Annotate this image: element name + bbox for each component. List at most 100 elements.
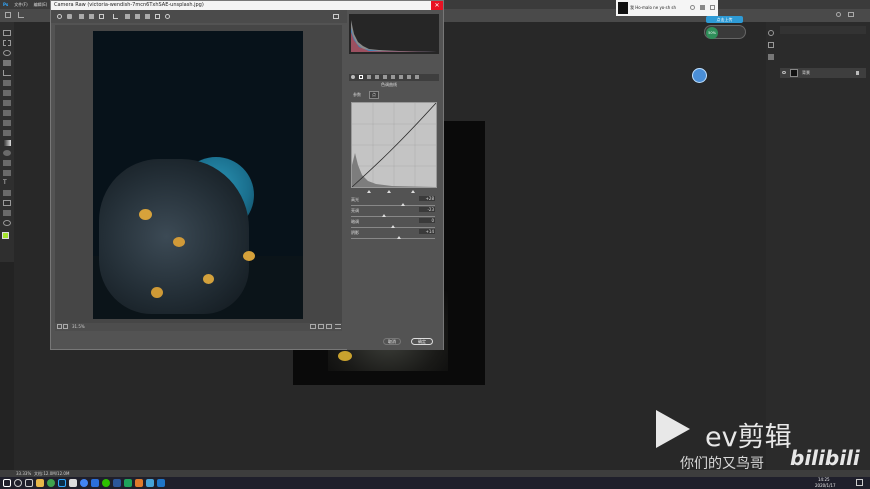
close-icon[interactable] (710, 5, 715, 10)
zoom-icon[interactable] (57, 14, 62, 19)
basic-tab-icon[interactable] (351, 75, 355, 79)
compare-icon[interactable] (310, 324, 316, 329)
highlights-slider[interactable] (351, 205, 435, 206)
detail-tab-icon[interactable] (367, 75, 371, 79)
clock-time[interactable]: 14:25 (818, 477, 830, 482)
shape-icon[interactable] (3, 200, 11, 206)
healing-brush-icon[interactable] (3, 90, 11, 96)
quick-select-icon[interactable] (3, 60, 11, 66)
app-green-icon[interactable] (47, 479, 55, 487)
app-blue-icon[interactable] (91, 479, 99, 487)
hand-icon[interactable] (3, 210, 11, 216)
visibility-eye-icon[interactable] (782, 71, 786, 74)
lights-thumb[interactable] (382, 214, 386, 217)
stamp-icon[interactable] (3, 110, 11, 116)
crop-icon[interactable] (113, 14, 118, 19)
layer-name[interactable]: 背景 (802, 70, 810, 76)
wechat-icon[interactable] (102, 479, 110, 487)
search-icon[interactable] (14, 479, 22, 487)
redeye-icon[interactable] (135, 14, 140, 19)
highlights-thumb[interactable] (401, 203, 405, 206)
volume-icon[interactable] (700, 5, 705, 10)
brush-icon[interactable] (3, 100, 11, 106)
lights-value[interactable]: -23 (419, 207, 435, 212)
toggle-icon[interactable] (318, 324, 324, 329)
graduated-filter-icon[interactable] (155, 14, 160, 19)
explorer-icon[interactable] (36, 479, 44, 487)
type-tool-icon[interactable]: T (3, 180, 11, 186)
properties-icon[interactable] (768, 42, 774, 48)
adjustments-icon[interactable] (768, 54, 774, 60)
zoom-level[interactable]: 31.5% (72, 324, 85, 329)
layer-row[interactable]: 背景 (780, 68, 866, 78)
ok-button[interactable]: 确定 (411, 338, 433, 345)
notification-center-icon[interactable] (856, 479, 863, 486)
photoshop-icon[interactable] (58, 479, 66, 487)
darks-value[interactable]: 0 (419, 218, 435, 223)
curve-tab-icon[interactable] (359, 75, 363, 79)
color-sampler-icon[interactable] (89, 14, 94, 19)
crop-tool-icon[interactable] (18, 12, 24, 18)
lights-slider[interactable] (351, 216, 435, 217)
effects-tab-icon[interactable] (399, 75, 403, 79)
calibration-tab-icon[interactable] (407, 75, 411, 79)
search-icon[interactable] (836, 12, 841, 17)
app-word-icon[interactable] (113, 479, 121, 487)
close-button[interactable]: ✕ (431, 1, 443, 10)
upload-button[interactable]: 点击上传 (706, 16, 743, 23)
marquee-tool-icon[interactable] (3, 40, 11, 46)
app-play-icon[interactable] (157, 479, 165, 487)
chrome-icon[interactable] (80, 479, 88, 487)
history-icon[interactable] (768, 30, 774, 36)
tab-point[interactable]: 点 (369, 91, 379, 99)
crop-icon[interactable] (3, 70, 11, 76)
start-icon[interactable] (3, 479, 11, 487)
floating-ball-button[interactable] (692, 68, 707, 83)
speed-badge[interactable]: 50% (704, 25, 746, 39)
highlights-value[interactable]: +28 (419, 196, 435, 201)
home-icon[interactable] (5, 12, 11, 18)
tone-curve-graph[interactable] (351, 102, 437, 188)
app-shield-icon[interactable] (124, 479, 132, 487)
zoom-minus-button[interactable] (57, 324, 62, 329)
clock-date[interactable]: 2020/1/17 (815, 483, 836, 488)
lasso-tool-icon[interactable] (3, 50, 11, 56)
hsl-tab-icon[interactable] (375, 75, 379, 79)
menu-item-file[interactable]: 文件(F) (14, 2, 27, 8)
lens-tab-icon[interactable] (391, 75, 395, 79)
workspace-icon[interactable] (848, 12, 854, 17)
radial-filter-icon[interactable] (165, 14, 170, 19)
gradient-icon[interactable] (3, 140, 11, 146)
adjust-brush-icon[interactable] (145, 14, 150, 19)
menu-item-edit[interactable]: 编辑(E) (34, 2, 48, 8)
status-zoom[interactable]: 33.33% (16, 471, 31, 476)
eyedropper-icon[interactable] (3, 80, 11, 86)
shadows-slider[interactable] (351, 238, 435, 239)
blur-icon[interactable] (3, 150, 11, 156)
foreground-color-swatch[interactable] (2, 232, 9, 239)
move-tool-icon[interactable] (3, 30, 11, 36)
zoom-plus-button[interactable] (63, 324, 68, 329)
preview-photo[interactable] (93, 31, 303, 319)
dodge-icon[interactable] (3, 160, 11, 166)
app-white-icon[interactable] (69, 479, 77, 487)
shadows-thumb[interactable] (397, 236, 401, 239)
app-grid-icon[interactable] (146, 479, 154, 487)
target-adjust-icon[interactable] (99, 14, 104, 19)
taskview-icon[interactable] (25, 479, 33, 487)
media-notification[interactable]: 我 Ho·malo ne yo·sh sh (616, 0, 718, 16)
spot-removal-icon[interactable] (125, 14, 130, 19)
path-select-icon[interactable] (3, 190, 11, 196)
tab-parametric[interactable]: 参数 (353, 92, 361, 98)
white-balance-icon[interactable] (79, 14, 84, 19)
panel-tabs[interactable] (780, 26, 866, 34)
cancel-button[interactable]: 取消 (383, 338, 401, 345)
eraser-icon[interactable] (3, 130, 11, 136)
pen-icon[interactable] (3, 170, 11, 176)
hand-icon[interactable] (67, 14, 72, 19)
swap-icon[interactable] (326, 324, 332, 329)
history-brush-icon[interactable] (3, 120, 11, 126)
presets-tab-icon[interactable] (415, 75, 419, 79)
darks-thumb[interactable] (391, 225, 395, 228)
pause-icon[interactable] (690, 5, 695, 10)
